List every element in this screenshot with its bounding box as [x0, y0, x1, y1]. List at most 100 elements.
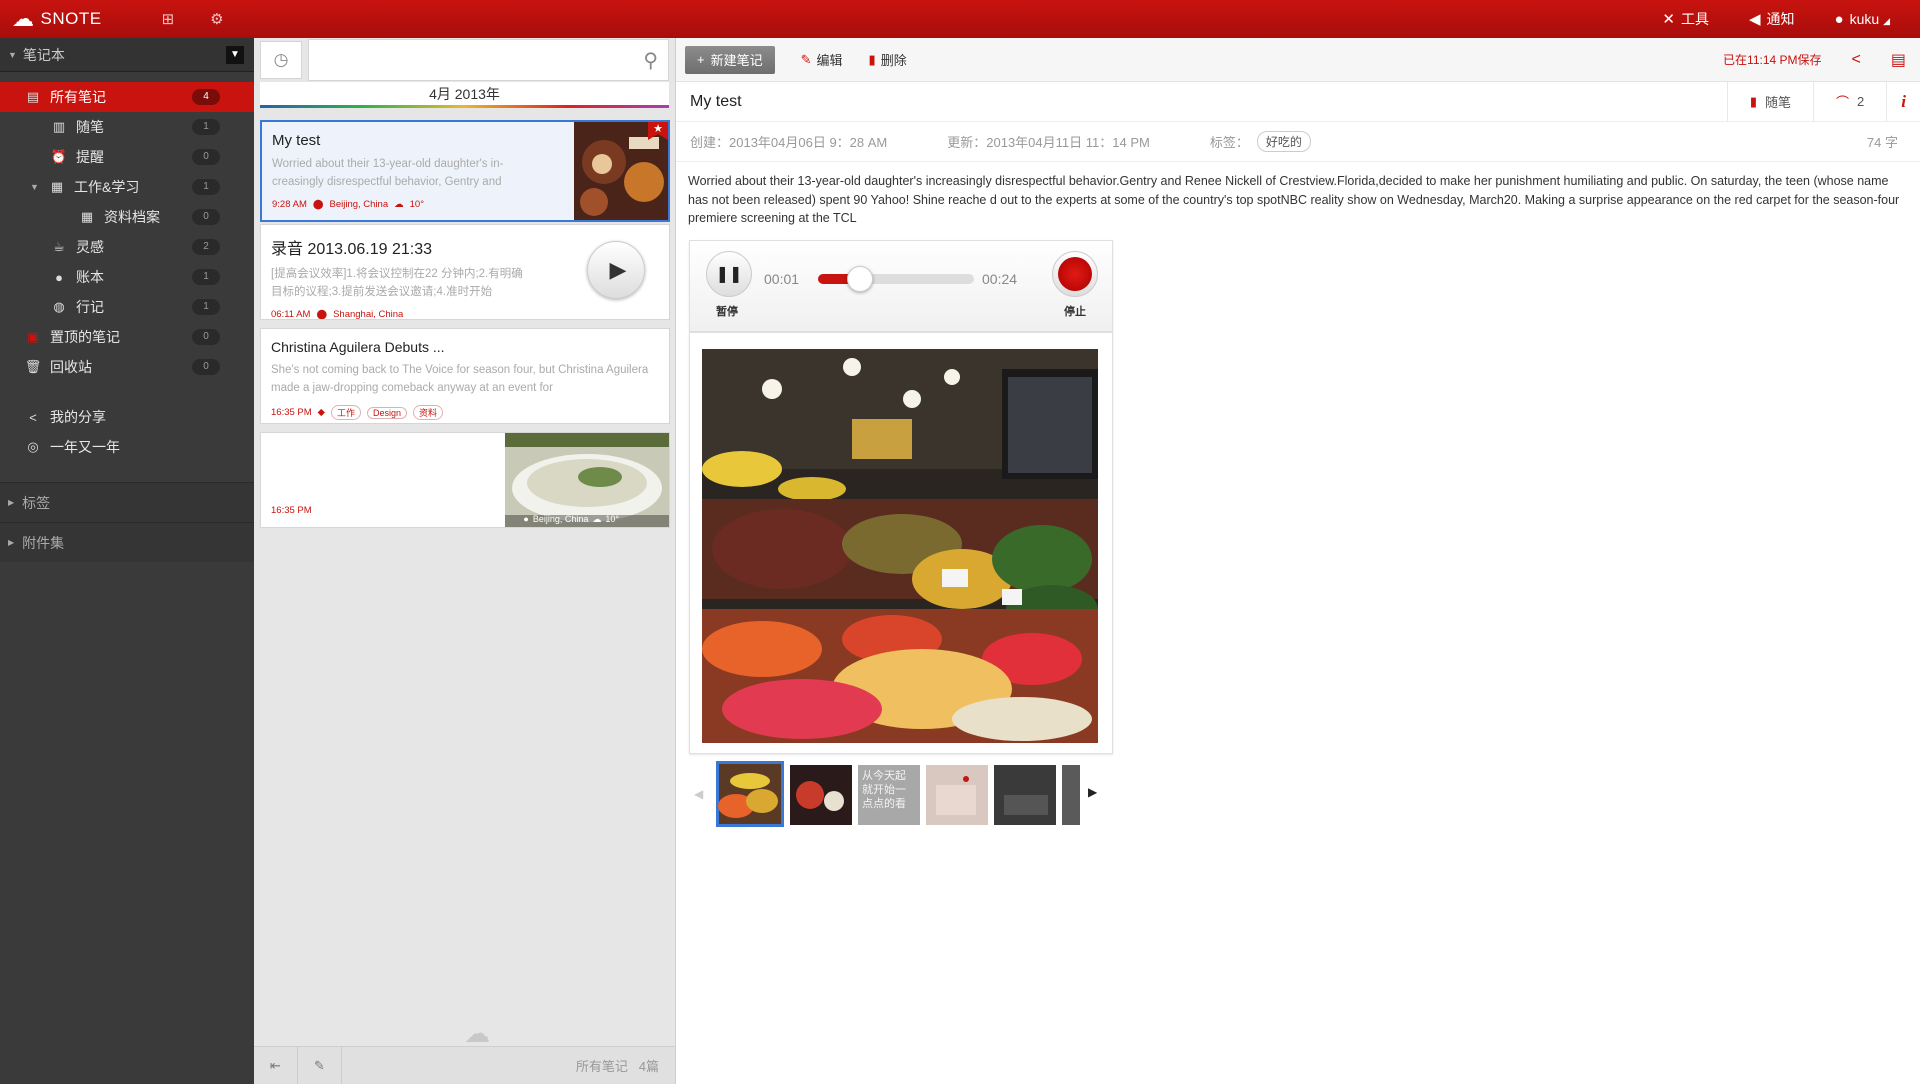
prev-arrow-icon[interactable]: ◀: [694, 787, 703, 801]
plus-icon: +: [697, 52, 705, 67]
tools-button[interactable]: ✕ 工具: [1662, 9, 1709, 29]
elapsed-time: 00:01: [764, 271, 800, 287]
note-card[interactable]: 16:35 PM ● Beijing, China ☁ 10°: [260, 432, 670, 528]
sidebar-item-inspiration[interactable]: ☕ 灵感 2: [0, 232, 254, 262]
tag-pill[interactable]: 资料: [413, 405, 444, 420]
audio-progress[interactable]: [818, 266, 974, 292]
location-pin-icon: ⬤: [312, 199, 324, 210]
attachment-thumb[interactable]: [994, 765, 1056, 825]
tag-pill[interactable]: Design: [367, 406, 408, 419]
expand-right-icon: ▶: [8, 538, 15, 547]
attachment-thumb[interactable]: 从今天起就开始一点点的看: [858, 765, 920, 825]
attachment-thumb[interactable]: [1062, 765, 1080, 825]
books-icon: ▦: [50, 179, 64, 194]
play-button[interactable]: ▶: [587, 241, 645, 299]
save-status: 已在11:14 PM保存: [1723, 53, 1822, 67]
month-header: 4月 2013年: [260, 82, 669, 108]
section-attachments[interactable]: ▶ 附件集: [0, 522, 254, 562]
word-count: 74 字: [1866, 135, 1898, 150]
android-icon[interactable]: ⚙: [210, 10, 223, 28]
next-arrow-icon[interactable]: ▶: [1088, 785, 1097, 799]
sidebar-item-work-study[interactable]: ▼ ▦ 工作&学习 1: [0, 172, 254, 202]
share-icon[interactable]: <: [1852, 51, 1861, 69]
speaker-icon: ◀: [1749, 11, 1761, 28]
note-time: 16:35 PM: [271, 505, 312, 516]
tag-pill[interactable]: 工作: [330, 405, 361, 420]
stop-button[interactable]: [1052, 251, 1098, 297]
sidebar-item-travel[interactable]: ◍ 行记 1: [0, 292, 254, 322]
note-card[interactable]: Christina Aguilera Debuts ... She's not …: [260, 328, 670, 424]
progress-knob[interactable]: [847, 266, 874, 292]
sidebar-item-year[interactable]: ◎ 一年又一年: [0, 432, 254, 462]
weather-cloud-icon: ☁: [592, 514, 602, 524]
sidebar-item-archive[interactable]: ▦ 资料档案 0: [0, 202, 254, 232]
expand-icon[interactable]: ▼: [30, 182, 40, 192]
sidebar-item-my-share[interactable]: < 我的分享: [0, 402, 254, 432]
note-card[interactable]: 录音 2013.06.19 21:33 [提高会议效率]1.将会议控制在22 分…: [260, 224, 670, 320]
edit-button[interactable]: ✎ 编辑: [801, 50, 843, 69]
created-date: 创建：2013年04月06日 9：28 AM: [690, 135, 888, 150]
windows-icon[interactable]: ⊞: [162, 10, 175, 28]
fruit-market-photo[interactable]: [702, 349, 1098, 743]
notify-button[interactable]: ◀ 通知: [1749, 9, 1795, 29]
collapse-panel-icon[interactable]: ⇤: [254, 1046, 298, 1084]
sidebar: ▼ 笔记本 ▼ ▤ 所有笔记 4 ▥ 随笔 1 ⏰ 提醒 0 ▼ ▦ 工作&学习…: [0, 38, 254, 1084]
top-bar: ☁ SNOTE ⊞ ⚙ ✕ 工具 ◀ 通知 ● kuku ◢: [0, 0, 1920, 38]
search-icon[interactable]: ⚲: [643, 48, 658, 73]
sidebar-item-reminder[interactable]: ⏰ 提醒 0: [0, 142, 254, 172]
notebook-header[interactable]: ▼ 笔记本 ▼: [0, 38, 254, 72]
delete-button[interactable]: ▮ 删除: [869, 50, 907, 69]
play-icon: ▶: [609, 257, 627, 282]
user-menu[interactable]: ● kuku ◢: [1835, 11, 1890, 28]
note-snippet: Worried about their 13-year-old daughter…: [272, 158, 504, 188]
info-icon: i: [1901, 91, 1906, 111]
note-card[interactable]: My test Worried about their 13-year-old …: [260, 120, 670, 222]
location-pin-icon: ⬤: [316, 309, 328, 320]
section-tags[interactable]: ▶ 标签: [0, 482, 254, 522]
dropdown-icon[interactable]: ▼: [226, 45, 244, 64]
search-input[interactable]: ⚲: [308, 39, 669, 81]
print-icon[interactable]: ▤: [1891, 50, 1906, 70]
attachment-thumb[interactable]: [790, 765, 852, 825]
count-badge: 0: [192, 329, 220, 345]
book-icon: ▥: [52, 119, 66, 134]
notebook-selector[interactable]: ▮ 随笔: [1726, 81, 1813, 122]
tags-label: 标签：: [1209, 135, 1249, 150]
new-note-button[interactable]: + 新建笔记: [685, 45, 775, 74]
note-list-panel: ◷ ⚲ 4月 2013年 My test Worried about their…: [254, 38, 676, 1084]
location-pin-icon: ●: [523, 514, 529, 524]
attachment-thumb[interactable]: [926, 765, 988, 825]
note-weather: 10°: [605, 514, 619, 524]
note-body[interactable]: Worried about their 13-year-old daughter…: [676, 162, 1920, 238]
clock-icon[interactable]: ◷: [260, 41, 302, 79]
note-detail: + 新建笔记 ✎ 编辑 ▮ 删除 已在11:14 PM保存 < ▤ My test ▮…: [676, 38, 1920, 1084]
pinned-star-icon: ★: [653, 123, 663, 135]
pause-button[interactable]: ❚❚: [706, 251, 752, 297]
notebook-icon: ▤: [26, 89, 40, 104]
cloud-watermark-icon: ☁: [464, 1018, 490, 1048]
note-time: 9:28 AM: [272, 199, 307, 210]
tag-chip[interactable]: 好吃的: [1256, 131, 1311, 152]
app-brand[interactable]: ☁ SNOTE: [12, 6, 102, 32]
speech-icon: ◍: [53, 299, 65, 314]
image-viewer: ◀ 从今天起就开始一点点的看 ▶: [689, 332, 1113, 827]
sidebar-item-trash[interactable]: 🗑 回收站 0: [0, 352, 254, 382]
count-badge: 4: [192, 89, 220, 105]
note-location: Beijing, China: [329, 199, 389, 210]
note-title[interactable]: My test: [690, 93, 742, 111]
tools-icon: ✕: [1662, 11, 1675, 28]
count-badge: 0: [192, 209, 220, 225]
attachment-thumb[interactable]: [716, 761, 784, 827]
info-button[interactable]: i: [1886, 81, 1920, 122]
note-weather: 10°: [409, 199, 424, 210]
sidebar-item-ledger[interactable]: ● 账本 1: [0, 262, 254, 292]
note-meta: 创建：2013年04月06日 9：28 AM 更新：2013年04月11日 11…: [676, 122, 1920, 162]
sidebar-item-all-notes[interactable]: ▤ 所有笔记 4: [0, 82, 254, 112]
attachments-button[interactable]: ⌒ 2: [1813, 81, 1886, 122]
count-badge: 1: [192, 179, 220, 195]
sidebar-item-pinned[interactable]: ▣ 置顶的笔记 0: [0, 322, 254, 352]
stop-label: 停止: [1064, 306, 1086, 318]
pause-label: 暂停: [716, 306, 738, 318]
sidebar-item-essay[interactable]: ▥ 随笔 1: [0, 112, 254, 142]
pencil-icon[interactable]: ✎: [298, 1046, 342, 1084]
